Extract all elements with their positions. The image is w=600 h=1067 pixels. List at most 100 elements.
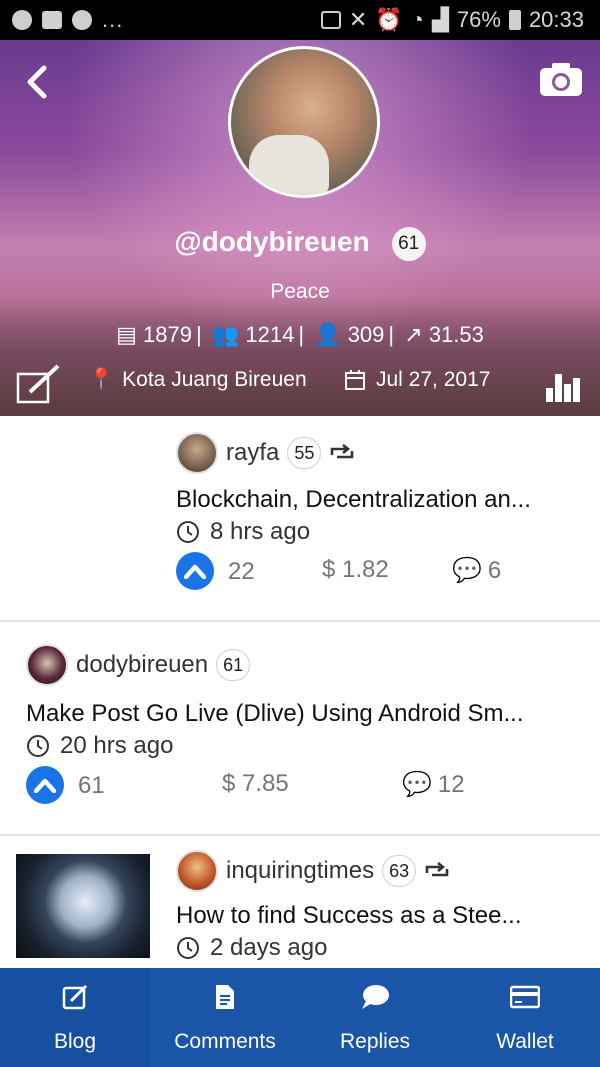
payout-amount[interactable]: $ 1.82 (322, 556, 389, 584)
following-count[interactable]: 309 (348, 322, 385, 347)
resteem-icon (425, 861, 449, 877)
post-title[interactable]: Blockchain, Decentralization an... (176, 486, 576, 514)
post-time-text: 8 hrs ago (210, 518, 311, 545)
wallet-tab-icon-wrap (510, 982, 540, 1012)
notification-icons: ... (0, 7, 321, 33)
join-date: Jul 27, 2017 (344, 368, 490, 392)
stats-divider: | (388, 322, 395, 347)
chat-bubble-icon (362, 985, 389, 1009)
tab-replies[interactable]: Replies (300, 968, 450, 1067)
post-author[interactable]: dodybireuen 61 (26, 644, 251, 686)
post-author[interactable]: inquiringtimes 63 (176, 850, 450, 892)
tab-replies-label: Replies (339, 1030, 411, 1053)
posts-count: 1879 (143, 322, 192, 347)
comments-count-text: 12 (437, 770, 465, 798)
author-name[interactable]: inquiringtimes (226, 857, 374, 885)
author-reputation: 55 (287, 437, 322, 469)
upvote-chevron-icon (184, 564, 206, 579)
more-notifications: ... (102, 7, 124, 32)
outlook-icon (42, 11, 62, 29)
upvote-button[interactable] (176, 552, 214, 590)
profile-username: @dodybireuen 61 (0, 226, 600, 261)
calendar-icon (345, 370, 365, 390)
blog-tab-icon-wrap (61, 982, 89, 1012)
profile-header: @dodybireuen 61 Peace ▤ 1879 | 👥 1214 | 👤 3… (0, 40, 600, 416)
blog-feed[interactable]: rayfa 55 Blockchain, Decentralization an… (0, 416, 600, 968)
profile-bio: Peace (270, 280, 330, 303)
camera-icon (540, 63, 582, 96)
post-card[interactable]: rayfa 55 Blockchain, Decentralization an… (0, 416, 600, 622)
username-text: @dodybireuen (174, 226, 370, 257)
profile-stats: ▤ 1879 | 👥 1214 | 👤 309 | ↗ 31.53 (0, 322, 600, 348)
author-avatar[interactable] (26, 644, 68, 686)
post-card[interactable]: dodybireuen 61 Make Post Go Live (Dlive)… (0, 622, 600, 836)
clock-icon (177, 521, 199, 543)
post-time-text: 20 hrs ago (60, 732, 174, 759)
post-time: 8 hrs ago (176, 518, 310, 546)
upvote-button[interactable] (26, 766, 64, 804)
followers-count[interactable]: 1214 (245, 322, 294, 347)
post-card[interactable]: inquiringtimes 63 How to find Success as… (0, 836, 600, 968)
status-bar: ... ✕ ⏰ ◔ ▟ 76% 20:33 (0, 0, 600, 40)
clock: 20:33 (528, 7, 584, 32)
post-thumbnail[interactable] (16, 854, 150, 958)
author-name[interactable]: rayfa (226, 439, 279, 467)
posts-icon: ▤ (116, 322, 137, 347)
credit-card-icon (510, 985, 540, 1009)
post-actions: 61 $ 7.85 💬 12 (26, 766, 576, 806)
battery-icon (508, 10, 521, 30)
post-title[interactable]: Make Post Go Live (Dlive) Using Android … (26, 700, 576, 728)
tab-comments[interactable]: Comments (150, 968, 300, 1067)
reputation-badge: 61 (391, 226, 426, 261)
edit-profile-button[interactable] (16, 364, 62, 412)
system-icons: ✕ ⏰ ◔ ▟ 76% 20:33 (320, 7, 600, 33)
location: 📍 Kota Juang Bireuen (88, 368, 307, 392)
camera-button[interactable] (538, 62, 584, 103)
comment-bubble-icon: 💬 (452, 557, 482, 584)
author-avatar[interactable] (176, 432, 218, 474)
followers-icon: 👥 (211, 322, 240, 347)
author-name[interactable]: dodybireuen (76, 651, 208, 679)
author-avatar[interactable] (176, 850, 218, 892)
stats-divider: | (298, 322, 305, 347)
join-date-text: Jul 27, 2017 (376, 368, 491, 391)
stats-chart-button[interactable] (544, 364, 584, 410)
signal-icon: ▟ (431, 7, 449, 32)
following-icon: 👤 (314, 322, 342, 347)
profile-avatar[interactable] (228, 46, 380, 198)
location-text: Kota Juang Bireuen (122, 368, 307, 391)
post-time-text: 2 days ago (210, 934, 328, 961)
whatsapp-icon (12, 10, 32, 30)
comments-count-text: 6 (487, 556, 502, 584)
post-actions: 22 $ 1.82 💬 6 (176, 552, 576, 592)
upvote-chevron-icon (34, 778, 56, 793)
wifi-icon: ◔ (410, 7, 424, 32)
author-reputation: 61 (216, 649, 251, 681)
telegram-icon (72, 10, 92, 30)
comments-tab-icon-wrap (214, 982, 236, 1012)
comments-count[interactable]: 💬 6 (452, 556, 501, 585)
mute-icon: ✕ (348, 7, 368, 32)
stats-divider: | (195, 322, 202, 347)
post-time: 2 days ago (176, 934, 327, 962)
tab-wallet[interactable]: Wallet (450, 968, 600, 1067)
vote-count[interactable]: 22 (228, 558, 255, 586)
vote-count[interactable]: 61 (78, 772, 105, 800)
document-icon (216, 985, 234, 1009)
tab-comments-label: Comments (174, 1030, 276, 1053)
tab-wallet-label: Wallet (496, 1030, 554, 1053)
comments-count[interactable]: 💬 12 (402, 770, 465, 799)
tab-blog[interactable]: Blog (0, 968, 150, 1067)
cast-icon (320, 11, 341, 29)
bar-chart-icon (546, 374, 580, 402)
clock-icon (177, 937, 199, 959)
post-author[interactable]: rayfa 55 (176, 432, 355, 474)
avatar-shirt (249, 135, 329, 195)
back-button[interactable] (22, 64, 52, 99)
tab-blog-label: Blog (53, 1030, 97, 1053)
location-pin-icon: 📍 (88, 368, 115, 391)
replies-tab-icon-wrap (360, 982, 390, 1012)
battery-percent: 76% (456, 7, 501, 32)
post-title[interactable]: How to find Success as a Stee... (176, 902, 576, 930)
payout-amount[interactable]: $ 7.85 (222, 770, 289, 798)
